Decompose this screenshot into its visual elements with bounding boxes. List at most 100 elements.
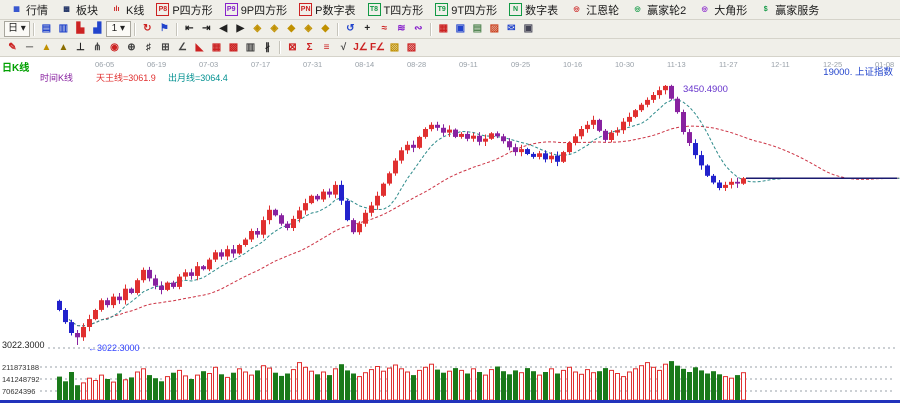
- volume-bar: [640, 366, 644, 400]
- volume-bar: [304, 367, 308, 400]
- menu-item-p-square[interactable]: P8P四方形: [150, 2, 218, 18]
- chart-area[interactable]: 06-0506-1907-0307-1707-3108-1408-2809-11…: [0, 57, 900, 403]
- candle: [183, 272, 188, 276]
- menu-item-9t-square[interactable]: T99T四方形: [429, 2, 503, 18]
- pencil-icon[interactable]: ✎: [4, 40, 21, 55]
- bar-chart2-icon[interactable]: ▟: [89, 22, 106, 37]
- volume-bar: [364, 373, 368, 400]
- trendline-icon[interactable]: ─: [21, 40, 38, 55]
- volume-bar: [166, 377, 170, 400]
- chart-svg[interactable]: 06-0506-1907-0307-1707-3108-1408-2809-11…: [0, 57, 900, 403]
- next-icon[interactable]: ▶: [232, 22, 249, 37]
- candle: [75, 333, 80, 337]
- sqrt-tool-icon[interactable]: √: [335, 40, 352, 55]
- menu-item-table[interactable]: N数字表: [503, 2, 564, 18]
- candle: [597, 120, 602, 131]
- sigma-tool-icon[interactable]: Σ: [301, 40, 318, 55]
- volume-bar: [159, 381, 164, 400]
- candle: [447, 130, 452, 133]
- circle-tool-icon[interactable]: ◉: [106, 40, 123, 55]
- menu-item-big-triangle[interactable]: ◎大角形: [692, 2, 753, 18]
- volume-bar: [669, 361, 674, 400]
- volume-bar: [622, 377, 626, 400]
- calendar-icon[interactable]: ▦: [435, 22, 452, 37]
- volume-bar: [543, 372, 548, 400]
- crosshair-icon[interactable]: +: [359, 22, 376, 37]
- image-icon[interactable]: ▨: [486, 22, 503, 37]
- levels-icon[interactable]: ≡: [318, 40, 335, 55]
- gann-wave-icon[interactable]: ≋: [393, 22, 410, 37]
- parallel-lines-icon[interactable]: ∦: [259, 40, 276, 55]
- gann-square-icon[interactable]: ▩: [225, 40, 242, 55]
- bar-chart-icon[interactable]: ▙: [72, 22, 89, 37]
- gann-grid-icon[interactable]: ⊞: [157, 40, 174, 55]
- menu-item-9p-square[interactable]: P99P四方形: [219, 2, 293, 18]
- xgrid-icon[interactable]: ⊠: [284, 40, 301, 55]
- menu-item-kline[interactable]: ılıK线: [104, 2, 150, 18]
- expand-icon[interactable]: ◆: [283, 22, 300, 37]
- volume-bar: [388, 368, 392, 400]
- mail-icon[interactable]: ✉: [503, 22, 520, 37]
- refresh-icon[interactable]: ↻: [139, 22, 156, 37]
- gann-box-icon[interactable]: ▦: [208, 40, 225, 55]
- menu-item-winner-service[interactable]: $赢家服务: [753, 2, 825, 18]
- compress-icon[interactable]: ◈: [300, 22, 317, 37]
- split-grid-icon[interactable]: ▥: [242, 40, 259, 55]
- candle: [147, 270, 152, 279]
- computer-icon[interactable]: ▣: [520, 22, 537, 37]
- line-count-dropdown[interactable]: 1 ▾: [106, 21, 131, 37]
- candle: [687, 132, 692, 143]
- gold-triangle-icon[interactable]: ▲: [38, 40, 55, 55]
- zoom-in-icon[interactable]: ◈: [266, 22, 283, 37]
- volume-bar: [538, 375, 542, 400]
- last-page-icon[interactable]: ⇥: [198, 22, 215, 37]
- low-axis-label: 3022.3000: [2, 340, 45, 350]
- candle: [273, 210, 278, 216]
- corner-triangle-icon[interactable]: ◣: [191, 40, 208, 55]
- candle: [639, 105, 644, 111]
- menu-item-quotes[interactable]: ▦行情: [4, 2, 54, 18]
- notes-icon[interactable]: ▤: [469, 22, 486, 37]
- volume-bar: [310, 371, 314, 400]
- menu-item-sectors[interactable]: ▩板块: [54, 2, 104, 18]
- first-page-icon[interactable]: ⇤: [181, 22, 198, 37]
- menu-item-winner-wheel2[interactable]: ◎赢家轮2: [625, 2, 692, 18]
- quote-grid-icon[interactable]: ▥: [55, 22, 72, 37]
- volume-bar: [592, 373, 596, 400]
- grid-tool-icon[interactable]: ♯: [140, 40, 157, 55]
- volume-bar: [339, 364, 344, 400]
- shade-tool2-icon[interactable]: ▨: [403, 40, 420, 55]
- flag-icon[interactable]: ⚑: [156, 22, 173, 37]
- wave-icon[interactable]: ≈: [376, 22, 393, 37]
- candle: [201, 266, 206, 269]
- menu-item-gann-wheel[interactable]: ◎江恩轮: [564, 2, 625, 18]
- quote-list-icon[interactable]: ▤: [38, 22, 55, 37]
- prev-icon[interactable]: ◀: [215, 22, 232, 37]
- dollar-icon: $: [759, 3, 772, 16]
- zoom-out-icon[interactable]: ◈: [249, 22, 266, 37]
- angle-tool-icon[interactable]: ∠: [174, 40, 191, 55]
- candle: [213, 252, 218, 259]
- calculator-icon[interactable]: ▣: [452, 22, 469, 37]
- fit-icon[interactable]: ◆: [317, 22, 334, 37]
- menu-item-t-square[interactable]: T8T四方形: [362, 2, 430, 18]
- period-dropdown[interactable]: 日 ▾: [4, 21, 30, 37]
- candle: [591, 120, 596, 125]
- gold-triangle2-icon[interactable]: ▲: [55, 40, 72, 55]
- menu-item-winner-service-label: 赢家服务: [775, 2, 819, 18]
- candle: [105, 300, 110, 305]
- spiral-icon[interactable]: ∾: [410, 22, 427, 37]
- menu-item-winner-wheel2-label: 赢家轮2: [647, 2, 686, 18]
- pitchfork-icon[interactable]: ⋔: [89, 40, 106, 55]
- cycle-tool-icon[interactable]: ⊕: [123, 40, 140, 55]
- volume-bar: [153, 378, 158, 400]
- shade-tool-icon[interactable]: ▧: [386, 40, 403, 55]
- undo-icon[interactable]: ↺: [342, 22, 359, 37]
- vertical-line-icon[interactable]: ⊥: [72, 40, 89, 55]
- f-angle-icon[interactable]: F∠: [369, 40, 386, 55]
- volume-bar: [634, 369, 638, 400]
- indicator2-label: 出月线=3064.4: [168, 72, 228, 83]
- menu-item-p-table[interactable]: PNP数字表: [293, 2, 361, 18]
- candle: [663, 86, 668, 90]
- j-angle-icon[interactable]: J∠: [352, 40, 369, 55]
